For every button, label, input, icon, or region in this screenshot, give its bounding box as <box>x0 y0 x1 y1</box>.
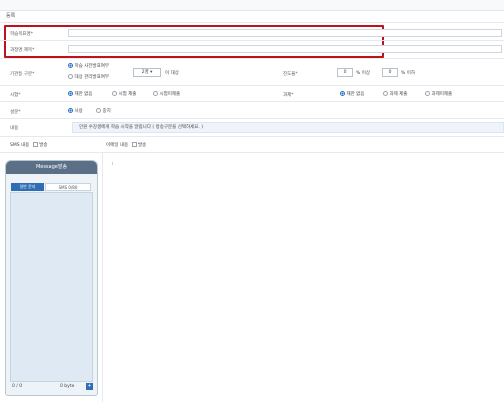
email-check-text: 발송 <box>138 143 147 148</box>
survey-label: 설문* <box>10 110 21 115</box>
count-select-value: 2명 <box>141 70 149 75</box>
course-title-label: 과정명 제목* <box>10 48 35 53</box>
assignment-option-2[interactable]: 과제 제출 <box>383 91 407 97</box>
count-suffix: 이 대상 <box>165 71 179 76</box>
add-button[interactable]: + <box>86 383 93 390</box>
content-label: 내용 <box>10 126 19 131</box>
text-cursor <box>112 162 113 165</box>
radio-icon[interactable] <box>340 91 345 96</box>
column-divider <box>102 152 103 402</box>
survey-option-2-text: 중지 <box>102 109 111 114</box>
email-row: 이메일 내용 발송 <box>106 142 146 148</box>
radio-icon[interactable] <box>68 74 73 79</box>
message-panel-title: Message발송 <box>6 161 97 174</box>
tab-general-message[interactable]: 일반 문자 <box>11 183 44 191</box>
sms-check-text: 발송 <box>39 143 48 148</box>
sms-row: SMS 내용 발송 <box>10 142 47 148</box>
radio-icon[interactable] <box>96 108 101 113</box>
divider <box>0 101 504 102</box>
type-option-2-text: 대상 관리발표여부 <box>74 75 109 80</box>
tab-sms[interactable]: SMS 0/80 <box>45 183 91 191</box>
message-panel: Message발송 일반 문자 SMS 0/80 0 / 0 0 byte + <box>5 160 98 396</box>
assignment-option-1[interactable]: 제한 없음 <box>340 91 364 97</box>
progress-min-input[interactable]: 0 <box>337 68 353 77</box>
content-notice: 인원 수강생에게 학습 시작을 알림니다 ( 방송구분을 선택하세요. ) <box>72 122 504 133</box>
radio-icon[interactable] <box>68 63 73 68</box>
top-bar <box>0 0 504 11</box>
divider <box>0 152 504 153</box>
type-option-1[interactable]: 학습 사전발표여부 <box>68 63 109 69</box>
exam-option-1-text: 제한 없음 <box>74 92 93 97</box>
type-label: 기관등 구분* <box>10 72 35 77</box>
survey-option-1-text: 사용 <box>74 109 83 114</box>
message-counter: 0 / 0 <box>12 384 23 389</box>
divider <box>0 136 504 137</box>
progress-max-input[interactable]: 0 <box>382 68 398 77</box>
radio-icon[interactable] <box>68 108 73 113</box>
exam-option-1[interactable]: 제한 없음 <box>68 91 92 97</box>
radio-icon[interactable] <box>425 91 430 96</box>
survey-option-2[interactable]: 중지 <box>96 108 111 114</box>
course-title-input[interactable] <box>68 45 502 53</box>
radio-icon[interactable] <box>153 91 158 96</box>
radio-icon[interactable] <box>68 91 73 96</box>
assignment-option-2-text: 과제 제출 <box>389 92 408 97</box>
radio-icon[interactable] <box>112 91 117 96</box>
exam-label: 시험* <box>10 93 21 98</box>
divider <box>0 118 504 119</box>
assignment-option-1-text: 제한 없음 <box>346 92 365 97</box>
exam-option-3[interactable]: 시험미제출 <box>153 91 180 97</box>
type-option-2[interactable]: 대상 관리발표여부 <box>68 74 109 80</box>
count-select[interactable]: 2명 ▾ <box>133 68 161 77</box>
sms-checkbox[interactable] <box>32 142 38 147</box>
exam-option-2-text: 시험 제출 <box>118 92 137 97</box>
objective-label: 학습목표명* <box>10 32 33 37</box>
assignment-option-3[interactable]: 과제미제출 <box>425 91 452 97</box>
sms-label: SMS 내용 <box>10 143 30 148</box>
type-option-1-text: 학습 사전발표여부 <box>74 64 109 69</box>
exam-option-2[interactable]: 시험 제출 <box>112 91 136 97</box>
message-textarea[interactable] <box>10 192 93 382</box>
objective-input[interactable] <box>68 29 502 37</box>
email-checkbox[interactable] <box>131 142 137 147</box>
divider <box>0 40 504 41</box>
progress-max-unit: % 이하 <box>401 71 415 76</box>
divider <box>0 85 504 86</box>
radio-icon[interactable] <box>383 91 388 96</box>
progress-label: 진도율* <box>283 72 298 77</box>
survey-option-1[interactable]: 사용 <box>68 108 83 114</box>
progress-min-unit: % 이상 <box>356 71 370 76</box>
exam-option-3-text: 시험미제출 <box>159 92 181 97</box>
assignment-label: 과제* <box>283 93 294 98</box>
assignment-option-3-text: 과제미제출 <box>431 92 453 97</box>
page-title: 등록 <box>6 13 16 19</box>
message-bytes: 0 byte <box>60 384 75 389</box>
divider <box>0 58 504 59</box>
email-label: 이메일 내용 <box>106 143 129 148</box>
divider <box>0 22 504 23</box>
